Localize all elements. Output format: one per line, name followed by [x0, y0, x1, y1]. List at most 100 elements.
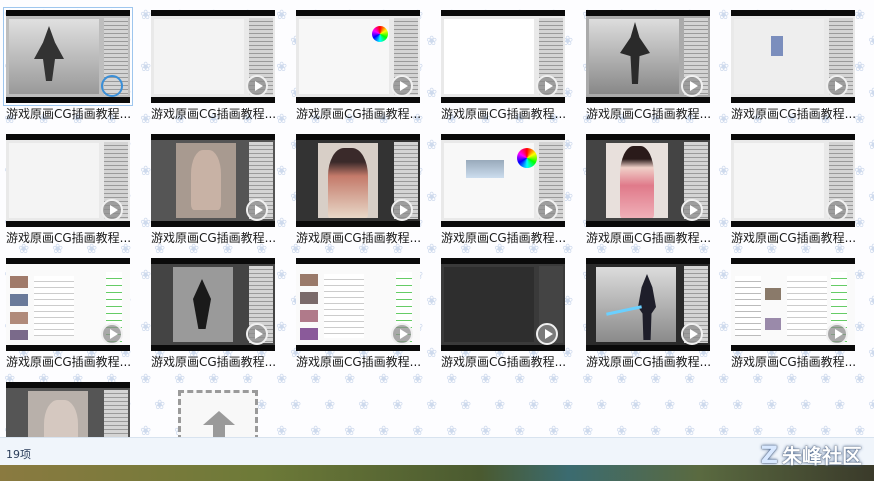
paw-print-icon: ❀ [854, 372, 866, 387]
paw-print-icon: ❀ [310, 424, 322, 437]
file-name: 游戏原画CG插画教程... [6, 107, 132, 121]
paw-print-icon: ❀ [630, 398, 642, 413]
play-icon [681, 199, 703, 221]
file-name: 游戏原画CG插画教程... [296, 231, 422, 245]
video-file-tile[interactable]: 游戏原画CG插画教程... [435, 2, 571, 126]
file-name: 游戏原画CG插画教程... [731, 231, 857, 245]
video-thumbnail [6, 134, 130, 227]
paw-print-icon: ❀ [596, 398, 608, 413]
watermark-logo: Z 朱峰社区 [761, 440, 862, 469]
paw-print-icon: ❀ [752, 424, 764, 437]
play-icon [391, 323, 413, 345]
paw-print-icon: ❀ [868, 346, 874, 361]
play-icon [391, 199, 413, 221]
paw-print-icon: ❀ [868, 242, 874, 257]
file-name: 游戏原画CG插画教程... [731, 355, 857, 369]
video-file-tile[interactable]: 游戏原画CG插画教程... [145, 250, 281, 374]
file-name: 游戏原画CG插画教程... [586, 355, 712, 369]
paw-print-icon: ❀ [868, 190, 874, 205]
paw-print-icon: ❀ [140, 424, 152, 437]
upload-placeholder[interactable] [178, 390, 258, 437]
video-file-tile[interactable] [0, 374, 136, 437]
video-file-tile[interactable]: 游戏原画CG插画教程... [435, 250, 571, 374]
paw-print-icon: ❀ [868, 86, 874, 101]
item-count: 19项 [6, 448, 31, 461]
paw-print-icon: ❀ [582, 424, 594, 437]
paw-print-icon: ❀ [650, 372, 662, 387]
paw-print-icon: ❀ [800, 398, 812, 413]
video-file-tile[interactable]: 游戏原画CG插画教程... [290, 250, 426, 374]
file-name: 游戏原画CG插画教程... [6, 231, 132, 245]
paw-print-icon: ❀ [766, 398, 778, 413]
video-thumbnail [586, 258, 710, 351]
video-file-tile[interactable]: 游戏原画CG插画教程... [580, 2, 716, 126]
video-thumbnail [296, 10, 420, 103]
paw-print-icon: ❀ [242, 372, 254, 387]
play-icon [391, 75, 413, 97]
video-file-tile[interactable]: 游戏原画CG插画教程... [290, 126, 426, 250]
paw-print-icon: ❀ [446, 424, 458, 437]
video-file-tile[interactable]: 游戏原画CG插画教程... [725, 250, 861, 374]
paw-print-icon: ❀ [276, 424, 288, 437]
paw-print-icon: ❀ [548, 372, 560, 387]
paw-print-icon: ❀ [276, 372, 288, 387]
paw-print-icon: ❀ [344, 372, 356, 387]
paw-print-icon: ❀ [868, 398, 874, 413]
paw-print-icon: ❀ [786, 372, 798, 387]
video-thumbnail [296, 258, 420, 351]
video-file-tile[interactable]: 游戏原画CG插画教程... [580, 126, 716, 250]
paw-print-icon: ❀ [834, 398, 846, 413]
paw-print-icon: ❀ [718, 372, 730, 387]
paw-print-icon: ❀ [324, 398, 336, 413]
paw-print-icon: ❀ [664, 398, 676, 413]
paw-print-icon: ❀ [174, 372, 186, 387]
paw-print-icon: ❀ [446, 372, 458, 387]
play-icon [826, 199, 848, 221]
paw-print-icon: ❀ [582, 372, 594, 387]
file-name: 游戏原画CG插画教程... [731, 107, 857, 121]
file-name: 游戏原画CG插画教程... [151, 355, 277, 369]
file-name: 游戏原画CG插画教程... [586, 231, 712, 245]
video-file-tile[interactable]: 游戏原画CG插画教程... [725, 126, 861, 250]
video-file-tile[interactable]: 游戏原画CG插画教程... [580, 250, 716, 374]
paw-print-icon: ❀ [528, 398, 540, 413]
file-name: 游戏原画CG插画教程... [441, 231, 567, 245]
paw-print-icon: ❀ [514, 372, 526, 387]
paw-print-icon: ❀ [820, 372, 832, 387]
paw-print-icon: ❀ [786, 424, 798, 437]
play-icon [536, 199, 558, 221]
video-thumbnail [441, 10, 565, 103]
play-icon [536, 75, 558, 97]
paw-print-icon: ❀ [378, 372, 390, 387]
play-icon [101, 323, 123, 345]
paw-print-icon: ❀ [154, 398, 166, 413]
video-file-tile[interactable]: 游戏原画CG插画教程... [0, 250, 136, 374]
play-icon [826, 75, 848, 97]
file-view[interactable]: ❀ ❀ ❀ ❀ ❀ ❀ ❀ ❀ ❀ ❀ ❀ ❀ ❀ ❀ ❀ ❀ ❀ ❀ ❀ ❀ ❀ ❀ ❀ ❀ ❀ ❀ ❀ ❀ ❀ ❀ ❀ ❀ ❀ ❀ ❀ ❀ ❀ ❀ ❀ ❀… [0, 0, 874, 437]
video-file-tile[interactable]: 游戏原画CG插画教程... [145, 2, 281, 126]
video-file-tile[interactable]: 游戏原画CG插画教程... [145, 126, 281, 250]
paw-print-icon: ❀ [616, 424, 628, 437]
video-file-tile[interactable]: 游戏原画CG插画教程... [725, 2, 861, 126]
video-thumbnail [731, 10, 855, 103]
play-icon [246, 323, 268, 345]
paw-print-icon: ❀ [562, 398, 574, 413]
paw-print-icon: ❀ [698, 398, 710, 413]
paw-print-icon: ❀ [616, 372, 628, 387]
video-file-tile[interactable]: 游戏原画CG插画教程... [435, 126, 571, 250]
paw-print-icon: ❀ [412, 424, 424, 437]
video-thumbnail [6, 258, 130, 351]
video-thumbnail [151, 10, 275, 103]
file-name: 游戏原画CG插画教程... [441, 355, 567, 369]
paw-print-icon: ❀ [820, 424, 832, 437]
video-file-tile[interactable]: 游戏原画CG插画教程... [0, 2, 136, 126]
video-file-tile[interactable]: 游戏原画CG插画教程... [290, 2, 426, 126]
video-thumbnail [586, 10, 710, 103]
play-icon [246, 75, 268, 97]
video-file-tile[interactable]: 游戏原画CG插画教程... [0, 126, 136, 250]
video-thumbnail [151, 134, 275, 227]
play-icon [681, 75, 703, 97]
play-icon [101, 199, 123, 221]
video-thumbnail [6, 382, 130, 437]
play-icon [536, 323, 558, 345]
